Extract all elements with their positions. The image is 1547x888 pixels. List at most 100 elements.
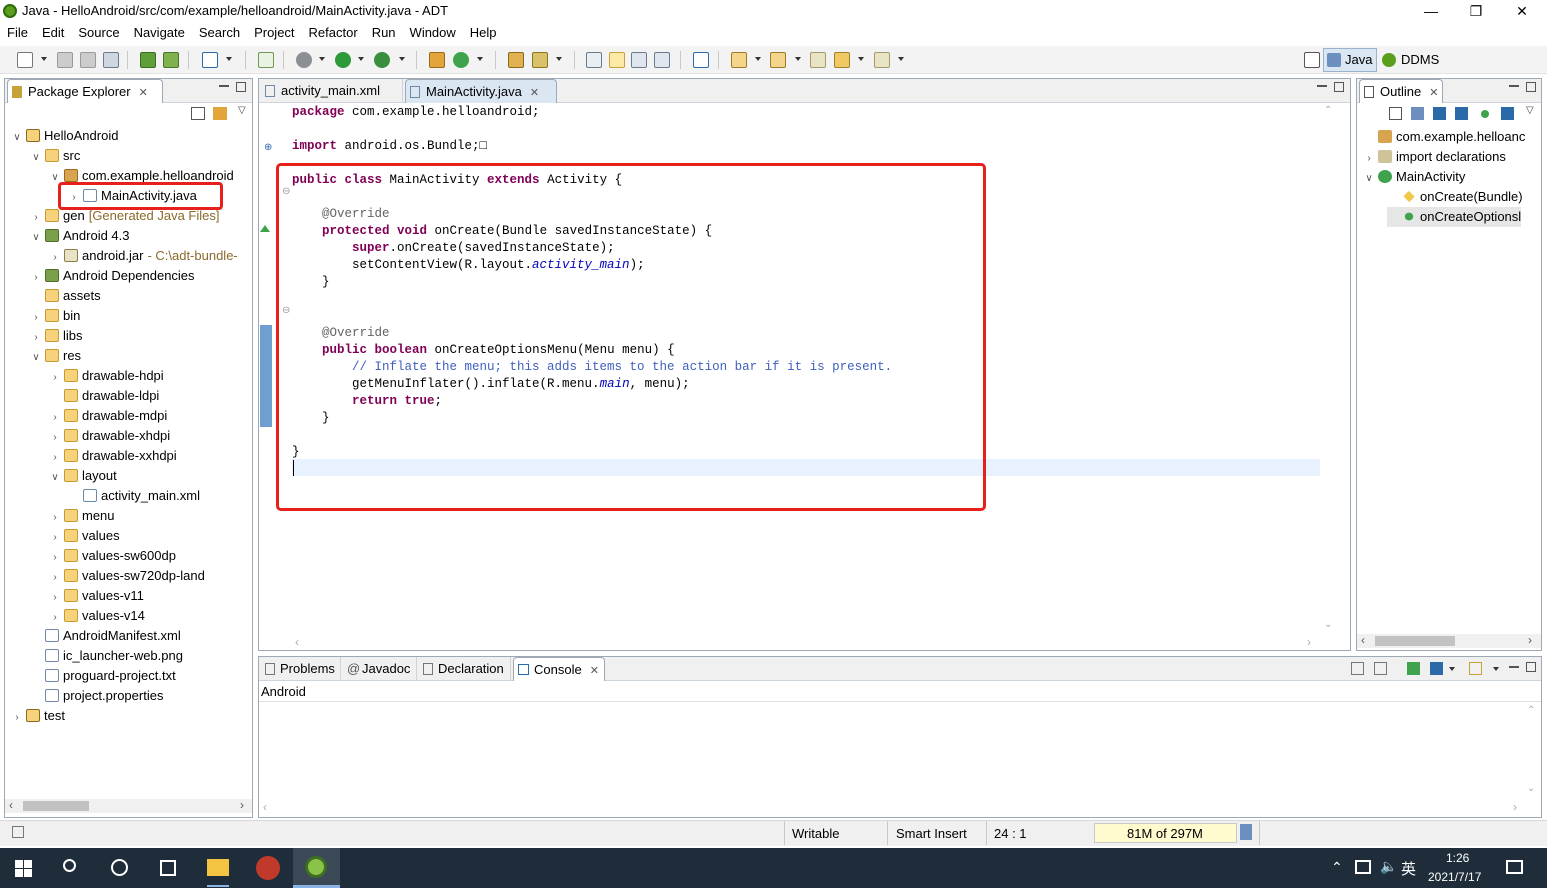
expand-arrow-icon[interactable]: › — [49, 568, 61, 588]
windows-start-icon[interactable] — [15, 860, 32, 877]
expand-arrow-icon[interactable]: › — [49, 408, 61, 428]
scroll-right-icon[interactable]: › — [1513, 800, 1517, 814]
scroll-left-icon[interactable]: ‹ — [9, 798, 13, 812]
collapse-arrow-icon[interactable]: ∨ — [1363, 169, 1375, 189]
debug-dropdown-icon[interactable] — [319, 57, 325, 61]
close-button[interactable]: ✕ — [1499, 0, 1545, 22]
java-perspective-button[interactable]: Java — [1323, 48, 1377, 72]
tree-item[interactable]: ∨ src — [30, 146, 80, 166]
maximize-view-icon[interactable] — [236, 82, 246, 92]
close-tab-icon[interactable]: ✕ — [530, 87, 539, 99]
clock-date[interactable]: 2021/7/17 — [1428, 870, 1481, 884]
expand-arrow-icon[interactable]: › — [30, 208, 42, 228]
scroll-down-icon[interactable]: ⌄ — [1324, 619, 1332, 630]
debug-icon[interactable] — [296, 52, 312, 68]
open-type-icon[interactable] — [508, 52, 524, 68]
menu-search[interactable]: Search — [192, 22, 247, 40]
scroll-right-icon[interactable]: › — [240, 798, 244, 812]
previous-annotation-icon[interactable] — [770, 52, 786, 68]
pin-editor-icon[interactable] — [693, 52, 709, 68]
new-dropdown-icon[interactable] — [41, 57, 47, 61]
open-console-dropdown-icon[interactable] — [1493, 667, 1499, 671]
tab-declaration[interactable]: Declaration — [419, 657, 511, 681]
search-dropdown-icon[interactable] — [556, 57, 562, 61]
menu-navigate[interactable]: Navigate — [127, 22, 192, 40]
tree-item[interactable]: › values-sw720dp-land — [49, 566, 205, 586]
minimize-view-icon[interactable] — [219, 85, 229, 87]
outline-hscroll[interactable]: ‹ › — [1357, 633, 1541, 648]
expand-arrow-icon[interactable]: › — [49, 368, 61, 388]
tree-item[interactable]: ∨ layout — [49, 466, 116, 488]
view-menu-icon[interactable]: ▽ — [1526, 105, 1534, 116]
tree-item[interactable]: › values-sw600dp — [49, 546, 176, 566]
close-view-icon[interactable]: ✕ — [590, 665, 599, 677]
minimize-editor-icon[interactable] — [1317, 85, 1327, 87]
tree-item[interactable]: › test — [11, 706, 65, 726]
collapse-arrow-icon[interactable]: ∨ — [11, 128, 23, 148]
tree-item[interactable]: drawable-ldpi — [49, 386, 159, 406]
new-icon[interactable] — [17, 52, 33, 68]
tree-item[interactable]: › drawable-xhdpi — [49, 426, 170, 446]
pin-console-icon[interactable] — [1407, 662, 1420, 675]
tree-item[interactable]: › values-v14 — [49, 606, 145, 626]
print-icon[interactable] — [103, 52, 119, 68]
search-icon[interactable] — [532, 52, 548, 68]
clock-time[interactable]: 1:26 — [1446, 851, 1469, 865]
display-console-icon[interactable] — [1430, 662, 1443, 675]
tab-package-explorer[interactable]: Package Explorer ✕ — [7, 79, 163, 103]
file-explorer-icon[interactable] — [207, 859, 229, 876]
open-task-icon[interactable] — [586, 52, 602, 68]
tree-item[interactable]: › drawable-hdpi — [49, 366, 163, 388]
new-java-class-icon[interactable] — [453, 52, 469, 68]
forward-dropdown-icon[interactable] — [898, 57, 904, 61]
menu-file[interactable]: File — [0, 22, 35, 40]
outline-item[interactable]: onCreateOptionsl — [1387, 207, 1522, 227]
ddms-perspective-button[interactable]: DDMS — [1382, 50, 1452, 72]
scroll-thumb[interactable] — [1375, 636, 1455, 646]
menu-project[interactable]: Project — [247, 22, 301, 40]
minimize-button[interactable]: — — [1408, 0, 1454, 22]
fast-view-icon[interactable] — [12, 826, 24, 838]
tree-item[interactable]: › android.jar - C:\adt-bundle- — [49, 246, 237, 268]
hide-static-icon[interactable] — [1455, 107, 1468, 120]
tray-chevron-icon[interactable]: ⌃ — [1331, 859, 1343, 876]
tree-item[interactable]: › libs — [30, 326, 82, 346]
menu-edit[interactable]: Edit — [35, 22, 71, 40]
package-explorer-hscroll[interactable]: ‹ › — [5, 798, 252, 813]
save-icon[interactable] — [57, 52, 73, 68]
tree-item[interactable]: › drawable-xxhdpi — [49, 446, 176, 468]
code-line[interactable]: package com.example.helloandroid; — [292, 104, 892, 121]
collapse-arrow-icon[interactable]: ∨ — [49, 468, 61, 488]
link-with-editor-icon[interactable] — [213, 107, 227, 120]
expand-arrow-icon[interactable]: › — [49, 428, 61, 448]
scroll-up-icon[interactable]: ⌃ — [1324, 105, 1332, 116]
tree-item[interactable]: › bin — [30, 306, 80, 326]
outline-item[interactable]: › import declarations — [1363, 147, 1506, 167]
next-annotation-icon[interactable] — [731, 52, 747, 68]
save-all-icon[interactable] — [80, 52, 96, 68]
expand-arrow-icon[interactable]: › — [49, 548, 61, 568]
view-menu-icon[interactable]: ▽ — [238, 105, 246, 116]
tree-item[interactable]: › menu — [49, 506, 114, 526]
tree-item[interactable]: activity_main.xml — [68, 486, 200, 506]
expand-arrow-icon[interactable]: › — [49, 448, 61, 468]
tree-item[interactable]: › Android Dependencies — [30, 266, 194, 286]
checklist-icon[interactable] — [202, 52, 218, 68]
new-java-package-icon[interactable] — [429, 52, 445, 68]
scroll-right-icon[interactable]: › — [1528, 633, 1532, 647]
hide-local-types-icon[interactable] — [1501, 107, 1514, 120]
tree-item[interactable]: › values — [49, 526, 119, 546]
scroll-down-icon[interactable]: ⌄ — [1527, 783, 1535, 794]
tree-item[interactable]: AndroidManifest.xml — [30, 626, 181, 646]
editor-hscroll[interactable]: ‹ › — [259, 635, 1350, 650]
run-gc-icon[interactable] — [1240, 824, 1252, 840]
collapse-arrow-icon[interactable]: ∨ — [30, 348, 42, 368]
expand-arrow-icon[interactable]: › — [49, 248, 61, 268]
task-view-icon[interactable] — [160, 860, 176, 876]
display-console-dropdown-icon[interactable] — [1449, 667, 1455, 671]
outline-item[interactable]: ∨ MainActivity — [1363, 167, 1465, 187]
notifications-icon[interactable] — [1506, 860, 1523, 874]
external-tools-icon[interactable] — [374, 52, 390, 68]
clear-console-icon[interactable] — [1351, 662, 1364, 675]
expand-arrow-icon[interactable]: › — [49, 608, 61, 628]
